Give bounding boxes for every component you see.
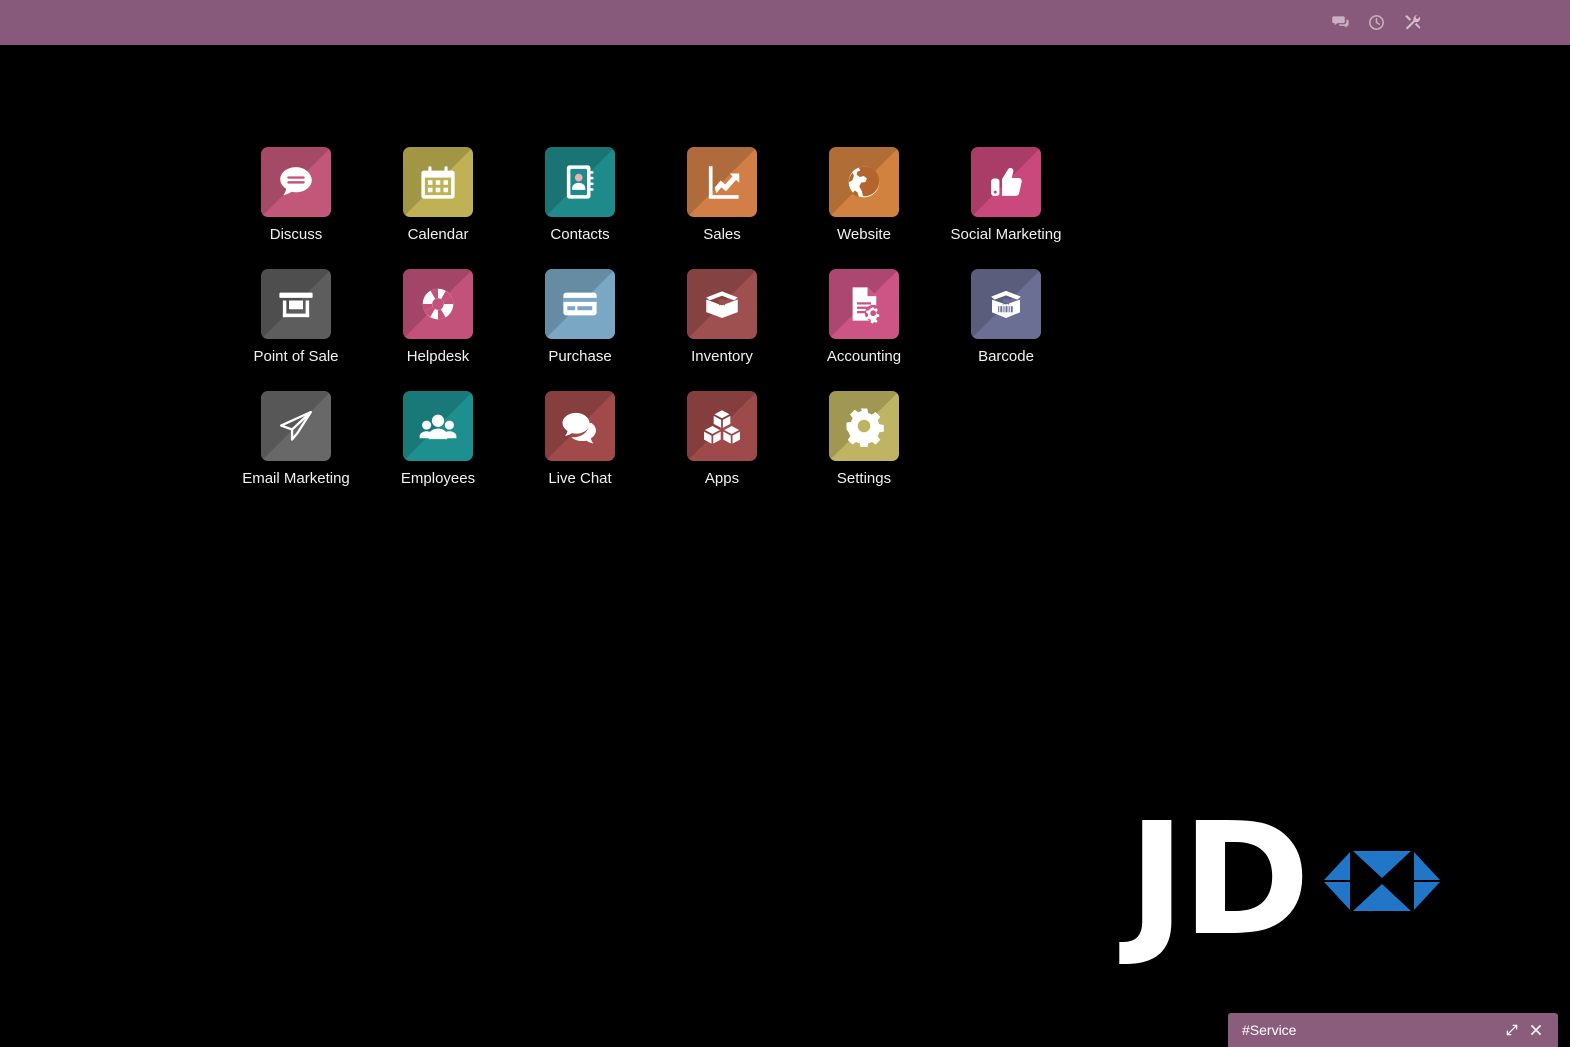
storefront-icon[interactable]: [261, 269, 331, 339]
app-label: Inventory: [691, 348, 753, 365]
app-employees[interactable]: Employees: [367, 391, 509, 513]
app-accounting[interactable]: Accounting: [793, 269, 935, 391]
app-inventory[interactable]: Inventory: [651, 269, 793, 391]
paper-plane-glyph: [279, 410, 313, 441]
app-barcode[interactable]: Barcode: [935, 269, 1077, 391]
calendar-glyph: [421, 166, 455, 199]
app-social-marketing[interactable]: Social Marketing: [935, 147, 1077, 269]
growth-chart-glyph: [708, 166, 740, 199]
app-helpdesk[interactable]: Helpdesk: [367, 269, 509, 391]
app-label: Calendar: [407, 226, 469, 243]
gear-icon[interactable]: [829, 391, 899, 461]
contacts-icon[interactable]: [545, 147, 615, 217]
app-purchase[interactable]: Purchase: [509, 269, 651, 391]
chat-window-taskbar[interactable]: #Service: [1228, 1013, 1558, 1047]
app-label: Discuss: [269, 226, 323, 243]
open-box-icon[interactable]: [687, 269, 757, 339]
app-row: Discuss Calendar Contacts Sales Website …: [225, 147, 1105, 269]
open-box-glyph: [706, 291, 738, 318]
document-gear-icon[interactable]: [829, 269, 899, 339]
jd-logo-mark: [1324, 851, 1441, 911]
chat-channel-title: #Service: [1242, 1022, 1297, 1038]
website-globe-icon[interactable]: [829, 147, 899, 217]
desktop-screen: Discuss Calendar Contacts Sales Website …: [0, 0, 1570, 1047]
gear-glyph: [846, 408, 884, 447]
app-email-marketing[interactable]: Email Marketing: [225, 391, 367, 513]
jd-logo: JD: [1128, 789, 1442, 970]
storefront-glyph: [279, 292, 313, 318]
calendar-icon[interactable]: [403, 147, 473, 217]
app-point-of-sale[interactable]: Point of Sale: [225, 269, 367, 391]
app-sales[interactable]: Sales: [651, 147, 793, 269]
app-label: Apps: [704, 470, 740, 487]
close-icon[interactable]: [1524, 1018, 1548, 1042]
app-label: Social Marketing: [950, 226, 1062, 243]
barcode-box-icon[interactable]: [971, 269, 1041, 339]
app-row: Point of Sale Helpdesk Purchase Inventor…: [225, 269, 1105, 391]
app-label: Website: [837, 226, 891, 243]
app-label: Settings: [836, 470, 892, 487]
speech-bubble-glyph: [280, 167, 312, 196]
tools-icon[interactable]: [1397, 8, 1427, 38]
paper-plane-icon[interactable]: [261, 391, 331, 461]
lifebuoy-icon[interactable]: [403, 269, 473, 339]
app-label: Purchase: [548, 348, 612, 365]
app-settings[interactable]: Settings: [793, 391, 935, 513]
cubes-icon[interactable]: [687, 391, 757, 461]
people-group-glyph: [419, 414, 457, 440]
app-label: Helpdesk: [406, 348, 470, 365]
credit-card-icon[interactable]: [545, 269, 615, 339]
activities-clock-icon[interactable]: [1361, 8, 1391, 38]
thumbs-up-icon[interactable]: [971, 147, 1041, 217]
people-group-icon[interactable]: [403, 391, 473, 461]
top-header-bar: [0, 0, 1570, 45]
app-calendar[interactable]: Calendar: [367, 147, 509, 269]
cubes-glyph: [704, 410, 740, 444]
app-live-chat[interactable]: Live Chat: [509, 391, 651, 513]
app-label: Employees: [400, 470, 476, 487]
messages-icon[interactable]: [1325, 8, 1355, 38]
globe-glyph: [848, 166, 880, 198]
app-label: Email Marketing: [242, 470, 350, 487]
address-book-glyph: [566, 165, 594, 199]
document-gear-glyph: [852, 287, 882, 324]
app-row: Email Marketing Employees Live Chat Apps…: [225, 391, 1105, 513]
app-website[interactable]: Website: [793, 147, 935, 269]
app-label: Accounting: [826, 348, 902, 365]
app-label: Barcode: [978, 348, 1034, 365]
app-grid: Discuss Calendar Contacts Sales Website …: [225, 147, 1105, 513]
credit-card-glyph: [563, 292, 597, 316]
app-label: Live Chat: [548, 470, 612, 487]
app-cell-empty: [935, 391, 1077, 513]
jd-wordmark: JD: [1128, 789, 1310, 970]
app-contacts[interactable]: Contacts: [509, 147, 651, 269]
sales-icon[interactable]: [687, 147, 757, 217]
discuss-icon[interactable]: [261, 147, 331, 217]
app-label: Contacts: [550, 226, 610, 243]
expand-icon[interactable]: [1500, 1018, 1524, 1042]
chat-bubbles-icon[interactable]: [545, 391, 615, 461]
app-discuss[interactable]: Discuss: [225, 147, 367, 269]
barcode-box-glyph: [991, 290, 1021, 318]
thumbs-up-glyph: [991, 167, 1022, 196]
app-label: Sales: [703, 226, 741, 243]
chat-bubbles-glyph: [562, 412, 596, 444]
app-label: Point of Sale: [253, 348, 339, 365]
lifebuoy-glyph: [422, 288, 454, 320]
app-apps[interactable]: Apps: [651, 391, 793, 513]
